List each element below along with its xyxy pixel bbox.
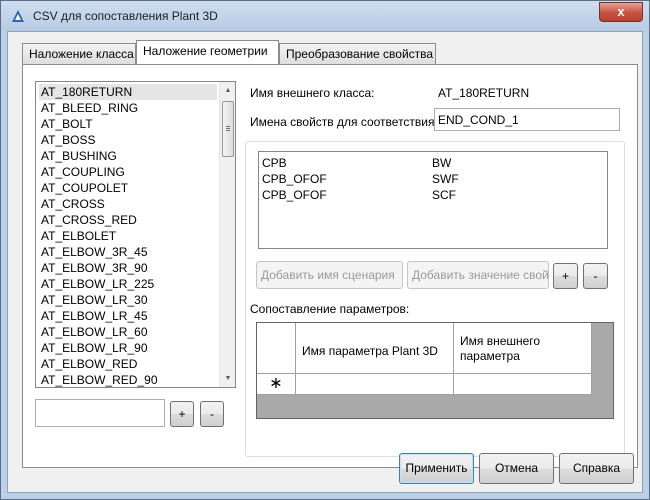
cancel-button[interactable]: Отмена <box>479 453 554 484</box>
params-grid[interactable]: Имя параметра Plant 3D Имя внешнего пара… <box>256 322 614 419</box>
dialog-window: CSV для сопоставления Plant 3D x Наложен… <box>0 0 650 500</box>
list-item[interactable]: AT_ELBOW_3R_45 <box>39 244 217 260</box>
list-item[interactable]: AT_ELBOW_3R_90 <box>39 260 217 276</box>
tab-class-mapping[interactable]: Наложение класса <box>22 43 136 64</box>
params-label: Сопоставление параметров: <box>250 302 410 316</box>
list-item[interactable]: AT_BLEED_RING <box>39 100 217 116</box>
list-item[interactable]: AT_COUPOLET <box>39 180 217 196</box>
add-property-value-button[interactable]: Добавить значение свойства <box>407 261 549 289</box>
list-item[interactable]: AT_BOLT <box>39 116 217 132</box>
grip-line <box>226 126 230 127</box>
mapping-name[interactable]: CPB <box>262 156 287 170</box>
new-class-input[interactable] <box>35 399 165 427</box>
list-item[interactable]: AT_ELBOW_LR_45 <box>39 308 217 324</box>
close-button[interactable]: x <box>599 2 643 22</box>
grid-header-plant3d-label: Имя параметра Plant 3D <box>302 344 438 358</box>
autocad-plant-icon <box>12 10 24 22</box>
close-icon: x <box>617 4 625 19</box>
external-class-value: AT_180RETURN <box>438 86 530 100</box>
grid-cell[interactable] <box>296 374 454 395</box>
new-row-indicator: ∗ <box>257 374 296 395</box>
remove-mapping-button[interactable]: - <box>583 263 608 289</box>
list-item[interactable]: AT_ELBOW_RED_90 <box>39 372 217 387</box>
class-listbox[interactable]: AT_180RETURN AT_BLEED_RING AT_BOLT AT_BO… <box>35 81 236 388</box>
grid-cell[interactable] <box>454 374 592 395</box>
mapping-name[interactable]: CPB_OFOF <box>262 172 327 186</box>
scroll-up-icon[interactable]: ▲ <box>220 82 235 99</box>
tab-property-conversion[interactable]: Преобразование свойства <box>279 43 436 64</box>
tab-panel: AT_180RETURN AT_BLEED_RING AT_BOLT AT_BO… <box>22 64 638 468</box>
list-item[interactable]: AT_CROSS_RED <box>39 212 217 228</box>
grid-corner <box>257 323 296 374</box>
grip-line <box>226 128 230 129</box>
scrollbar-thumb[interactable] <box>222 101 234 157</box>
list-item[interactable]: AT_ELBOW_LR_225 <box>39 276 217 292</box>
list-item[interactable]: AT_ELBOW_RED <box>39 356 217 372</box>
list-item[interactable]: AT_CROSS <box>39 196 217 212</box>
list-item[interactable]: AT_BOSS <box>39 132 217 148</box>
dialog-client: Наложение класса Наложение геометрии Пре… <box>7 31 643 493</box>
list-scrollbar[interactable]: ▲ ▼ <box>219 82 235 387</box>
match-props-value: END_COND_1 <box>438 113 519 127</box>
title-bar[interactable]: CSV для сопоставления Plant 3D x <box>1 1 649 31</box>
remove-class-button[interactable]: - <box>200 401 224 427</box>
list-item[interactable]: AT_BUSHING <box>39 148 217 164</box>
mapping-value[interactable]: BW <box>432 156 451 170</box>
match-props-label: Имена свойств для соответствия: <box>250 115 438 129</box>
apply-button[interactable]: Применить <box>399 453 474 484</box>
list-item[interactable]: AT_ELBOLET <box>39 228 217 244</box>
mapping-group: CPB BW CPB_OFOF SWF CPB_OFOF SCF Добавит… <box>245 141 625 457</box>
new-row-marker: ∗ <box>269 375 283 392</box>
list-item[interactable]: AT_180RETURN <box>39 84 217 100</box>
tab-geometry-mapping[interactable]: Наложение геометрии <box>136 40 279 64</box>
add-class-button[interactable]: + <box>170 401 194 427</box>
add-mapping-button[interactable]: + <box>553 263 578 289</box>
grid-header-plant3d[interactable]: Имя параметра Plant 3D <box>296 323 454 374</box>
list-item[interactable]: AT_COUPLING <box>39 164 217 180</box>
mapping-value[interactable]: SWF <box>432 172 459 186</box>
list-item[interactable]: AT_ELBOW_LR_30 <box>39 292 217 308</box>
match-props-input[interactable]: END_COND_1 <box>434 108 620 131</box>
add-scenario-name-button[interactable]: Добавить имя сценария <box>256 261 403 289</box>
mapping-listbox[interactable]: CPB BW CPB_OFOF SWF CPB_OFOF SCF <box>258 151 608 249</box>
mapping-name[interactable]: CPB_OFOF <box>262 188 327 202</box>
scroll-down-icon[interactable]: ▼ <box>220 370 235 387</box>
list-item[interactable]: AT_ELBOW_LR_90 <box>39 340 217 356</box>
grid-header-external[interactable]: Имя внешнего параметра <box>454 323 592 374</box>
list-item[interactable]: AT_ELBOW_LR_60 <box>39 324 217 340</box>
grid-header-external-label: Имя внешнего параметра <box>460 334 541 363</box>
mapping-value[interactable]: SCF <box>432 188 456 202</box>
external-class-label: Имя внешнего класса: <box>250 86 375 100</box>
window-title: CSV для сопоставления Plant 3D <box>33 9 218 23</box>
help-button[interactable]: Справка <box>559 453 634 484</box>
grip-line <box>226 130 230 131</box>
